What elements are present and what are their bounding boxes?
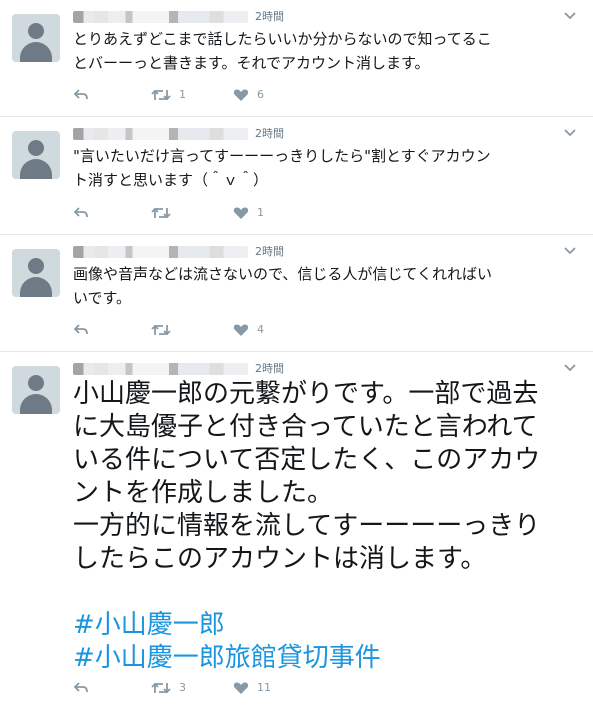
retweet-icon [151, 324, 171, 336]
tweet-text-line: 小山慶一郎の元繋がりです。一部で過去 [73, 379, 539, 409]
retweet-icon [151, 89, 171, 101]
chevron-down-icon[interactable] [563, 362, 577, 372]
reply-icon [73, 207, 88, 218]
tweet-actions: 3 11 [73, 678, 493, 698]
retweet-button[interactable] [151, 320, 179, 340]
avatar-body-shape [20, 159, 52, 179]
tweet-header: 2時間 [73, 125, 553, 143]
avatar[interactable] [12, 249, 60, 297]
reply-button[interactable] [73, 85, 97, 105]
avatar-body-shape [20, 42, 52, 62]
retweet-button[interactable]: 3 [151, 678, 186, 698]
timestamp[interactable]: 2時間 [255, 11, 284, 23]
tweet-actions: 4 [73, 320, 493, 340]
tweet-actions: 1 [73, 203, 493, 223]
tweet-text: 小山慶一郎の元繋がりです。一部で過去 に大島優子と付き合っていたと言われて いる… [73, 378, 583, 675]
timestamp[interactable]: 2時間 [255, 128, 284, 140]
like-button[interactable]: 6 [233, 85, 264, 105]
reply-button[interactable] [73, 678, 97, 698]
chevron-down-icon[interactable] [563, 10, 577, 20]
hashtag-link[interactable]: #小山慶一郎 [73, 609, 583, 642]
tweet-header: 2時間 [73, 360, 553, 378]
retweet-icon [151, 207, 171, 219]
tweet-actions: 1 6 [73, 85, 493, 105]
like-button[interactable]: 11 [233, 678, 271, 698]
timestamp[interactable]: 2時間 [255, 246, 284, 258]
tweet-text-line: に大島優子と付き合っていたと言われて [73, 412, 538, 442]
avatar-body-shape [20, 277, 52, 297]
timeline: 2時間 とりあえずどこまで話したらいいか分からないので知ってるこ とバーーっと書… [0, 0, 593, 714]
chevron-down-icon[interactable] [563, 245, 577, 255]
tweet[interactable]: 2時間 画像や音声などは流さないので、信じる人が信じてくれればい いです。 4 [0, 235, 593, 352]
heart-icon [233, 682, 249, 694]
avatar[interactable] [12, 366, 60, 414]
tweet-text-line: いる件について否定したく、このアカウ [73, 445, 541, 475]
like-count: 4 [257, 323, 264, 336]
like-count: 6 [257, 88, 264, 101]
timestamp[interactable]: 2時間 [255, 363, 284, 375]
tweet-text: "言いたいだけ言ってすーーーっきりしたら"割とすぐアカウン ト消すと思います（＾… [73, 147, 491, 189]
blurred-username[interactable] [73, 128, 248, 140]
avatar-head-shape [28, 140, 44, 156]
blurred-username[interactable] [73, 246, 248, 258]
avatar[interactable] [12, 14, 60, 62]
avatar-body-shape [20, 394, 52, 414]
blurred-username[interactable] [73, 11, 248, 23]
tweet[interactable]: 2時間 とりあえずどこまで話したらいいか分からないので知ってるこ とバーーっと書… [0, 0, 593, 117]
reply-icon [73, 682, 88, 693]
retweet-count: 1 [179, 88, 186, 101]
like-count: 1 [257, 206, 264, 219]
tweet-header: 2時間 [73, 243, 553, 261]
tweet[interactable]: 2時間 小山慶一郎の元繋がりです。一部で過去 に大島優子と付き合っていたと言われ… [0, 352, 593, 714]
tweet-text: 画像や音声などは流さないので、信じる人が信じてくれればい いです。 [73, 265, 492, 307]
retweet-icon [151, 682, 171, 694]
reply-button[interactable] [73, 203, 97, 223]
retweet-count: 3 [179, 681, 186, 694]
reply-button[interactable] [73, 320, 97, 340]
like-count: 11 [257, 681, 271, 694]
tweet-text-line: したらこのアカウントは消します。 [73, 544, 487, 574]
retweet-button[interactable] [151, 203, 179, 223]
tweet-text: とりあえずどこまで話したらいいか分からないので知ってるこ とバーーっと書きます。… [73, 30, 492, 72]
heart-icon [233, 89, 249, 101]
avatar-head-shape [28, 258, 44, 274]
reply-icon [73, 324, 88, 335]
like-button[interactable]: 1 [233, 203, 264, 223]
retweet-button[interactable]: 1 [151, 85, 186, 105]
heart-icon [233, 324, 249, 336]
tweet-header: 2時間 [73, 8, 553, 26]
tweet-text-line: 一方的に情報を流してすーーーーっきり [73, 511, 541, 541]
hashtag-link[interactable]: #小山慶一郎旅館貸切事件 [73, 642, 583, 675]
avatar[interactable] [12, 131, 60, 179]
blurred-username[interactable] [73, 363, 248, 375]
like-button[interactable]: 4 [233, 320, 264, 340]
avatar-head-shape [28, 23, 44, 39]
heart-icon [233, 207, 249, 219]
tweet-text-line: ントを作成しました。 [73, 478, 334, 508]
avatar-head-shape [28, 375, 44, 391]
tweet[interactable]: 2時間 "言いたいだけ言ってすーーーっきりしたら"割とすぐアカウン ト消すと思い… [0, 117, 593, 235]
reply-icon [73, 89, 88, 100]
chevron-down-icon[interactable] [563, 127, 577, 137]
